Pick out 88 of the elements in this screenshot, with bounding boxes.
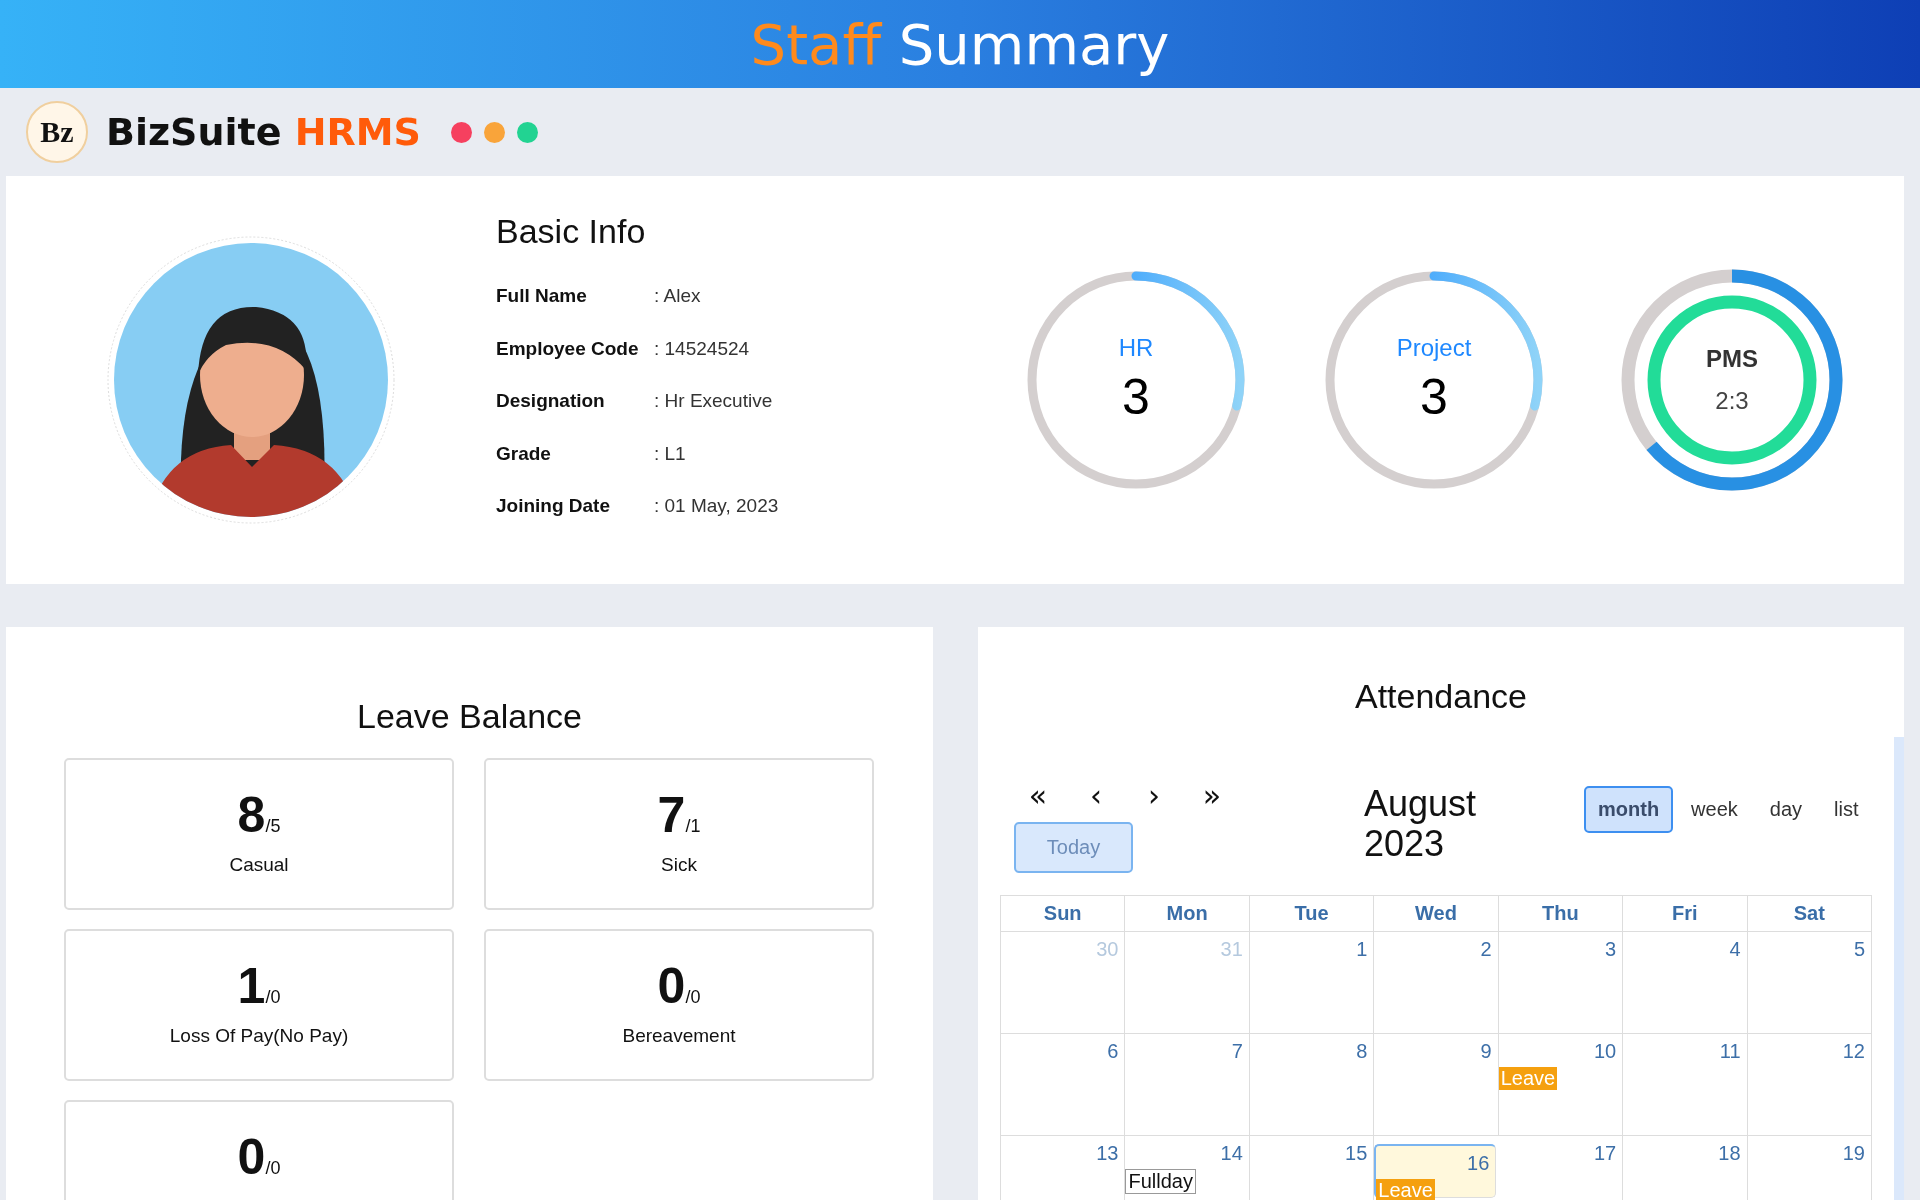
- weekday-header: Sat: [1747, 896, 1872, 932]
- day-cell[interactable]: 7: [1125, 1034, 1250, 1136]
- month-title: August 2023: [1364, 784, 1478, 864]
- leave-count: 0/0: [237, 1128, 281, 1186]
- day-cell[interactable]: 14 Fullday: [1125, 1136, 1250, 1200]
- section-title: Basic Info: [496, 212, 647, 252]
- leave-count: 7/1: [657, 786, 701, 844]
- day-cell[interactable]: 3: [1498, 932, 1624, 1034]
- gauge-value: 3: [1420, 368, 1448, 426]
- weekday-header: Tue: [1249, 896, 1375, 932]
- field-value: : L1: [654, 442, 687, 466]
- gauge-label: Project: [1396, 334, 1472, 362]
- day-cell[interactable]: 2: [1374, 932, 1499, 1034]
- gauge-value: 3: [1122, 368, 1150, 426]
- section-title: Leave Balance: [356, 696, 583, 736]
- day-number: 12: [1842, 1039, 1866, 1063]
- logo: Bz: [26, 101, 88, 163]
- day-number: 8: [1356, 1039, 1369, 1063]
- today-button[interactable]: Today: [1014, 822, 1133, 873]
- leave-type: Sick: [661, 854, 697, 876]
- leave-count: 0/0: [657, 957, 701, 1015]
- weekday-header: Thu: [1498, 896, 1624, 932]
- day-number: 1: [1356, 937, 1369, 961]
- day-number: 17: [1593, 1141, 1618, 1165]
- day-number: 14: [1220, 1141, 1244, 1165]
- weekday-header: Fri: [1623, 896, 1748, 932]
- weekday-header: Sun: [1001, 896, 1126, 932]
- leave-type: Bereavement: [622, 1025, 736, 1047]
- field-label: Designation: [496, 390, 606, 414]
- leave-type: Loss Of Pay(No Pay): [169, 1025, 349, 1047]
- day-cell[interactable]: 12: [1747, 1034, 1872, 1136]
- weekday-header: Wed: [1374, 896, 1499, 932]
- day-number: 30: [1096, 937, 1120, 961]
- day-number: 18: [1718, 1141, 1742, 1165]
- day-number: 2: [1480, 937, 1493, 961]
- day-number: 5: [1853, 937, 1866, 961]
- day-cell[interactable]: 10 Leave: [1498, 1034, 1624, 1136]
- nav-button[interactable]: »: [1188, 778, 1236, 814]
- day-number: 10: [1593, 1039, 1618, 1063]
- day-cell[interactable]: 11: [1623, 1034, 1748, 1136]
- page-title: Staff Summary: [750, 11, 1170, 77]
- day-cell[interactable]: 19: [1747, 1136, 1872, 1200]
- day-number: 31: [1220, 937, 1244, 961]
- field-value: : 14524524: [654, 337, 751, 361]
- view-tab[interactable]: month: [1584, 786, 1674, 833]
- day-cell[interactable]: 8: [1249, 1034, 1375, 1136]
- event-tag[interactable]: Fullday: [1125, 1169, 1196, 1194]
- scrollbar[interactable]: [1894, 737, 1904, 1200]
- nav-button[interactable]: ›: [1130, 778, 1178, 814]
- day-cell[interactable]: 9: [1374, 1034, 1499, 1136]
- field-label: Employee Code: [496, 337, 640, 361]
- day-number: 4: [1729, 937, 1742, 961]
- day-cell[interactable]: 16 Leave: [1374, 1144, 1497, 1198]
- day-cell[interactable]: 1: [1249, 932, 1375, 1034]
- nav-button[interactable]: «: [1014, 778, 1062, 814]
- brand-name: BizSuite HRMS: [106, 110, 421, 154]
- day-number: 16: [1467, 1151, 1491, 1175]
- view-tab[interactable]: day: [1755, 786, 1817, 833]
- day-number: 15: [1345, 1141, 1369, 1165]
- leave-type: Casual: [229, 854, 289, 876]
- day-cell[interactable]: 5: [1747, 932, 1872, 1034]
- day-cell[interactable]: 4: [1623, 932, 1748, 1034]
- section-title: Attendance: [1354, 676, 1528, 716]
- field-label: Joining Date: [496, 495, 611, 519]
- day-number: 11: [1719, 1039, 1742, 1063]
- day-number: 7: [1231, 1039, 1244, 1063]
- day-cell[interactable]: 17: [1498, 1136, 1624, 1200]
- day-cell[interactable]: 18: [1623, 1136, 1748, 1200]
- day-number: 13: [1096, 1141, 1120, 1165]
- leave-count: 8/5: [237, 786, 281, 844]
- day-number: 3: [1605, 937, 1618, 961]
- nav-button[interactable]: ‹: [1072, 778, 1120, 814]
- weekday-header: Mon: [1125, 896, 1250, 932]
- day-number: 9: [1480, 1039, 1493, 1063]
- field-value: : Hr Executive: [654, 390, 774, 414]
- gauge-label: PMS: [1706, 345, 1758, 373]
- day-number: 6: [1107, 1039, 1120, 1063]
- gauge-value: 2:3: [1715, 387, 1749, 415]
- gauge-label: HR: [1118, 334, 1154, 362]
- day-cell[interactable]: 6: [1001, 1034, 1126, 1136]
- field-value: : Alex: [654, 285, 702, 309]
- view-tab[interactable]: week: [1677, 786, 1752, 833]
- day-number: 19: [1842, 1141, 1866, 1165]
- field-label: Full Name: [496, 285, 588, 309]
- view-tab[interactable]: list: [1820, 786, 1873, 833]
- field-label: Grade: [496, 442, 552, 466]
- leave-count: 1/0: [237, 957, 281, 1015]
- field-value: : 01 May, 2023: [654, 495, 780, 519]
